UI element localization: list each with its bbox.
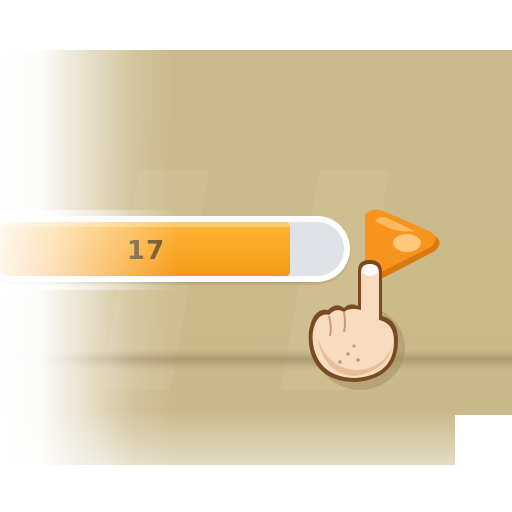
- bottom-glow: [0, 410, 512, 465]
- corner-panel: [455, 415, 512, 465]
- slider-glare: [0, 210, 180, 290]
- ground-shadow: [0, 350, 512, 370]
- pointing-finger-icon: [308, 260, 405, 390]
